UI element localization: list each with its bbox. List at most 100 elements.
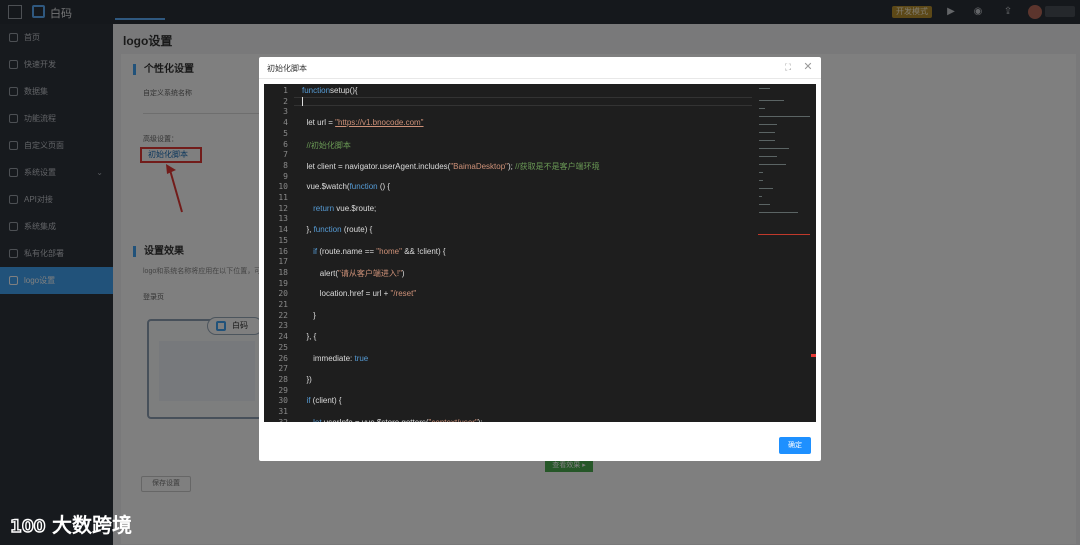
- minimap-line: [759, 148, 790, 149]
- editor-minimap[interactable]: [756, 84, 816, 234]
- code-token: }: [302, 310, 316, 320]
- code-token: }): [302, 374, 312, 384]
- code-token: "请从客户端进入!": [338, 268, 402, 278]
- line-number: 18: [278, 267, 288, 277]
- code-token: vue.$watch(: [302, 182, 350, 192]
- line-number: 9: [283, 171, 288, 181]
- code-token: let: [313, 418, 321, 422]
- minimap-line: [759, 196, 762, 197]
- line-number: 4: [283, 118, 288, 128]
- close-icon[interactable]: ✕: [803, 61, 813, 73]
- line-number: 27: [278, 364, 288, 374]
- code-text[interactable]: functionsetup(){ let url = "https://v1.b…: [302, 84, 752, 422]
- line-number: 30: [278, 396, 288, 406]
- minimap-line: [759, 108, 766, 109]
- minimap-viewport-marker: [758, 234, 810, 235]
- code-token: location.href = url +: [302, 289, 391, 299]
- code-token: //初始化脚本: [302, 140, 351, 150]
- code-line: return vue.$route;: [302, 204, 376, 213]
- code-line: immediate: true: [302, 354, 368, 363]
- minimap-line: [759, 180, 764, 181]
- line-number: 6: [283, 139, 288, 149]
- minimap-line: [759, 156, 777, 157]
- minimap-line: [759, 124, 778, 125]
- code-token: "/reset": [390, 289, 417, 299]
- code-token: (client) {: [310, 396, 342, 406]
- watermark-text: 大数跨境: [52, 515, 132, 537]
- code-token: "context/user": [429, 418, 478, 422]
- code-token: userInfo = vue.$store.getters(: [322, 418, 429, 422]
- minimap-line: [759, 100, 785, 101]
- code-token: },: [302, 225, 314, 235]
- code-token: function: [349, 182, 378, 192]
- code-token: && !client) {: [401, 246, 446, 256]
- dialog-header: 初始化脚本 ⛶ ✕: [259, 57, 821, 79]
- code-token: true: [354, 353, 369, 363]
- line-number: 31: [278, 407, 288, 416]
- line-number: 16: [278, 246, 288, 256]
- line-number: 14: [278, 225, 288, 235]
- line-number: 22: [278, 310, 288, 320]
- dialog-title: 初始化脚本: [267, 64, 307, 73]
- code-token: alert(: [302, 268, 339, 278]
- confirm-button[interactable]: 确定: [779, 437, 811, 454]
- code-line: //初始化脚本: [302, 140, 351, 151]
- line-number: 28: [278, 374, 288, 384]
- minimap-line: [759, 140, 776, 141]
- code-token: function: [302, 86, 331, 95]
- code-token: let url =: [302, 118, 336, 128]
- maximize-icon[interactable]: ⛶: [783, 62, 793, 72]
- code-token: ): [401, 268, 405, 278]
- line-number: 21: [278, 300, 288, 309]
- code-line: }: [302, 311, 316, 320]
- line-number: 13: [278, 214, 288, 224]
- line-number: 10: [278, 182, 288, 192]
- line-number: 5: [283, 128, 288, 138]
- line-number: 1: [283, 86, 288, 95]
- code-line: if (route.name == "home" && !client) {: [302, 246, 446, 256]
- code-token: }, {: [302, 332, 317, 342]
- code-token: "BaimaDesktop": [450, 161, 509, 171]
- code-line: let client = navigator.userAgent.include…: [302, 161, 599, 172]
- code-token: );: [478, 418, 483, 422]
- code-line: let url = "https://v1.bnocode.com": [302, 118, 424, 128]
- line-number: 11: [278, 193, 288, 202]
- line-number: 20: [278, 289, 288, 299]
- line-number: 8: [283, 160, 288, 170]
- minimap-line: [759, 88, 771, 89]
- line-number: 32: [264, 418, 288, 422]
- minimap-line: [759, 212, 798, 213]
- line-number: 7: [283, 150, 288, 160]
- minimap-line: [759, 132, 776, 133]
- line-number: 25: [278, 342, 288, 352]
- svg-text:100: 100: [10, 517, 46, 537]
- line-number: 23: [278, 321, 288, 331]
- scrollbar-marker: [811, 354, 816, 357]
- line-number: 15: [278, 235, 288, 245]
- watermark-logo-icon: 100: [10, 516, 46, 537]
- code-token: "home": [376, 246, 402, 256]
- minimap-line: [759, 172, 764, 173]
- code-line: }): [302, 374, 312, 384]
- line-number: 17: [278, 257, 288, 267]
- code-line: vue.$watch(function () {: [302, 182, 390, 191]
- code-line: let userInfo = vue.$store.getters("conte…: [302, 418, 483, 422]
- code-line: alert("请从客户端进入!"): [302, 268, 405, 279]
- code-token: () {: [377, 182, 391, 192]
- line-number: 2: [283, 96, 288, 106]
- code-token: immediate:: [302, 353, 355, 363]
- code-token: "https://v1.bnocode.com": [335, 118, 424, 128]
- minimap-line: [759, 188, 773, 189]
- line-number: 26: [278, 353, 288, 363]
- code-editor[interactable]: 1 2 3 4 5 6 7 8 9 10 11 12 13 14 15 16 17 18 19 20 21 22 23 24 2…: [264, 84, 816, 422]
- line-number: 29: [278, 385, 288, 395]
- line-number: 3: [283, 107, 288, 117]
- code-token: (route.name ==: [317, 246, 377, 256]
- line-number: 19: [278, 278, 288, 288]
- code-line: location.href = url + "/reset": [302, 289, 416, 298]
- line-number: 24: [278, 332, 288, 342]
- init-script-dialog: 初始化脚本 ⛶ ✕ 1 2 3 4 5 6 7 8 9 10 11 12 13 14 15 16 17 18 19 2…: [259, 57, 821, 461]
